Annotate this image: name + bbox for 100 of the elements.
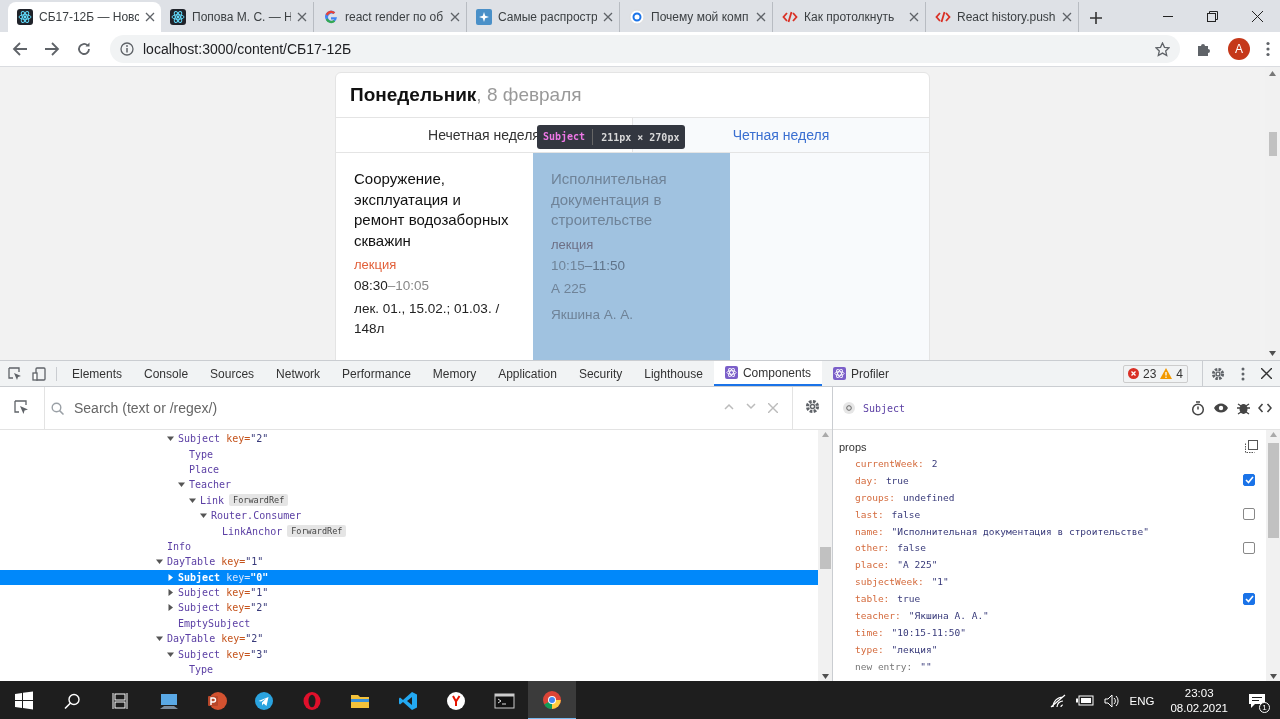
component-tree-row[interactable]: Router.Consumer xyxy=(0,507,818,524)
prop-row: table: true xyxy=(839,590,1260,607)
checkbox[interactable] xyxy=(1243,508,1255,521)
copy-icon[interactable] xyxy=(1245,440,1258,453)
notification-count: 1 xyxy=(1259,701,1270,713)
settings-icon[interactable] xyxy=(1211,366,1225,381)
browser-tab[interactable]: react render по об xyxy=(314,2,467,32)
browser-tab[interactable]: Самые распростр xyxy=(467,2,620,32)
select-element-icon[interactable] xyxy=(14,400,30,416)
component-tree-row[interactable]: Subject key="2" xyxy=(0,431,818,447)
devtools-tab[interactable]: Performance xyxy=(331,361,422,386)
close-icon[interactable] xyxy=(1261,368,1272,379)
puzzle-piece-icon[interactable] xyxy=(1196,41,1212,57)
windows-start-icon[interactable] xyxy=(14,690,34,711)
devtools-tab[interactable]: Profiler xyxy=(822,361,900,386)
devtools-tab[interactable]: Application xyxy=(487,361,568,386)
devtools-tab[interactable]: Elements xyxy=(61,361,134,386)
scrollbar-thumb[interactable] xyxy=(1267,443,1279,538)
component-tree-row[interactable]: Subject key="1" xyxy=(0,584,818,601)
caret-down-icon[interactable] xyxy=(167,435,174,443)
checkbox[interactable] xyxy=(1243,541,1255,554)
eye-icon[interactable] xyxy=(1213,402,1229,414)
close-icon[interactable] xyxy=(145,12,155,22)
props-scrollbar[interactable] xyxy=(1266,430,1280,681)
devtools-tab[interactable]: Memory xyxy=(421,361,488,386)
component-tree-row[interactable]: Teacher xyxy=(0,477,818,493)
task-view-icon[interactable] xyxy=(112,691,128,710)
component-tree-row[interactable]: Info xyxy=(0,538,818,555)
browser-tab[interactable]: Почему мой комп xyxy=(620,2,773,32)
component-tree-row[interactable]: Place xyxy=(0,461,818,478)
devtools-tab[interactable]: Security xyxy=(567,361,634,386)
bug-icon[interactable] xyxy=(1237,401,1250,415)
component-tree-row[interactable]: Subject key="0" xyxy=(0,569,818,585)
component-tree-row[interactable]: Type xyxy=(0,446,818,462)
prop-row: other: false xyxy=(839,539,1260,557)
taskbar-app[interactable] xyxy=(528,681,576,719)
browser-tab[interactable]: Как протолкнуть xyxy=(773,2,926,32)
new-tab-plus-icon[interactable] xyxy=(1089,11,1103,25)
prop-row: last: false xyxy=(839,505,1260,523)
taskbar-clock[interactable]: 23:03 08.02.2021 xyxy=(1170,685,1228,716)
chrome-icon xyxy=(541,689,563,710)
forward-arrow-icon[interactable] xyxy=(44,41,60,57)
browser-tab[interactable]: React history.push xyxy=(926,2,1079,32)
selected-component-name: Subject xyxy=(863,402,907,414)
device-toggle-icon[interactable] xyxy=(32,366,46,381)
address-bar[interactable]: localhost:3000/content/СБ17-12Б xyxy=(110,35,1180,63)
settings-icon[interactable] xyxy=(805,399,820,414)
speaker-icon[interactable] xyxy=(1103,693,1120,708)
back-arrow-icon[interactable] xyxy=(12,41,28,57)
component-tree-row[interactable]: Subject key="3" xyxy=(0,646,818,662)
prop-row-text: place: "А 225" xyxy=(854,558,939,573)
checkbox[interactable] xyxy=(1243,592,1255,605)
lesson-time: 08:30–10:05 xyxy=(354,278,431,293)
powerpoint-icon xyxy=(205,690,227,711)
component-tree-row[interactable]: Link ForwardRef xyxy=(0,492,818,508)
component-tree-row[interactable]: LinkAnchor ForwardRef xyxy=(0,523,818,539)
tree-scrollbar[interactable] xyxy=(818,430,832,681)
prop-row-text: type: "лекция" xyxy=(854,642,939,657)
component-tree-row[interactable]: DayTable key="1" xyxy=(0,554,818,570)
scroll-up-icon xyxy=(821,432,829,437)
component-tree-row[interactable]: DayTable key="2" xyxy=(0,631,818,647)
circle-logo-icon xyxy=(629,9,645,25)
close-icon[interactable] xyxy=(1252,10,1263,22)
component-tree-row[interactable]: Type xyxy=(0,661,818,678)
source-code-icon[interactable] xyxy=(1258,403,1272,413)
component-tree-row[interactable]: Subject key="2" xyxy=(0,600,818,616)
devtools-tab[interactable]: Console xyxy=(133,361,200,386)
restore-icon[interactable] xyxy=(1207,10,1218,22)
prop-row-text: name: "Исполнительная документация в строительстве" xyxy=(854,524,1150,539)
battery-icon[interactable] xyxy=(1075,695,1094,706)
search-icon[interactable] xyxy=(63,691,81,710)
devtools-tab[interactable]: Lighthouse xyxy=(633,361,714,386)
scrollbar-thumb[interactable] xyxy=(1268,132,1277,156)
react-logo-icon xyxy=(17,9,33,25)
stopwatch-icon[interactable] xyxy=(1191,400,1205,416)
devtools-tab[interactable]: Components xyxy=(713,361,822,386)
new-prop-entry[interactable]: new entry: "" xyxy=(839,657,1260,675)
search-field[interactable]: Search (text or /regex/) xyxy=(72,399,716,417)
code-editor-icon xyxy=(397,690,419,711)
lesson-detail: Якшина А. А. xyxy=(551,305,634,324)
more-menu-icon[interactable] xyxy=(1241,366,1245,381)
devtools-tab[interactable]: Sources xyxy=(199,361,266,386)
more-menu-icon[interactable] xyxy=(1266,41,1270,57)
devtools-tab[interactable]: Network xyxy=(265,361,332,386)
code-brackets-icon xyxy=(935,9,951,25)
bookmark-star-icon[interactable] xyxy=(1155,41,1170,57)
issue-counter[interactable]: 23 4 xyxy=(1122,364,1188,383)
inspect-cursor-icon[interactable] xyxy=(8,366,22,381)
component-badge: ForwardRef xyxy=(229,494,289,507)
profile-avatar[interactable]: A xyxy=(1228,38,1250,60)
scroll-down-icon xyxy=(821,674,829,679)
reload-icon[interactable] xyxy=(76,41,92,57)
scrollbar-thumb[interactable] xyxy=(819,547,831,569)
browser-tab[interactable]: Попова М. С. — Н xyxy=(161,2,314,32)
component-tree-row[interactable]: EmptySubject xyxy=(0,615,818,632)
caret-down-icon[interactable] xyxy=(156,558,163,566)
checkbox[interactable] xyxy=(1243,474,1255,487)
input-language[interactable]: ENG xyxy=(1129,694,1155,707)
wifi-icon[interactable] xyxy=(1049,693,1066,708)
notification-icon[interactable] xyxy=(1248,692,1266,709)
